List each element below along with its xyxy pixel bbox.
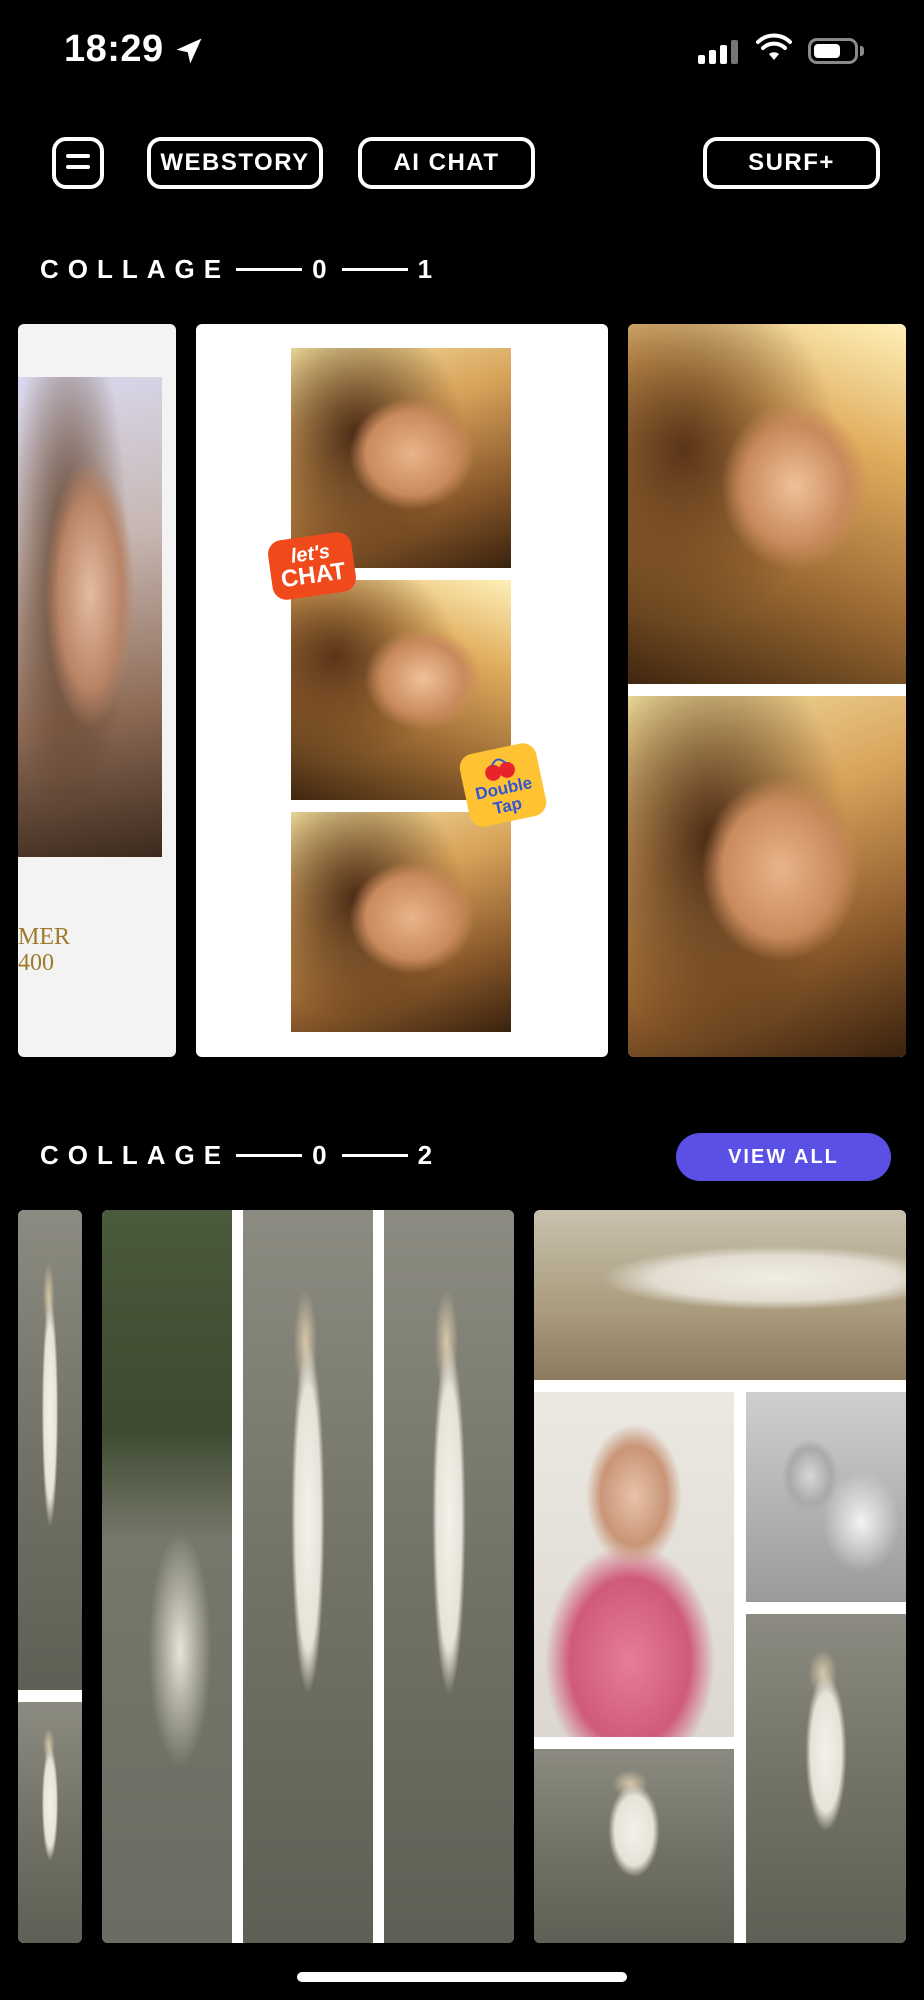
- section-number-1: 0: [312, 1140, 336, 1170]
- poster-text: MER 400: [18, 924, 70, 977]
- view-all-button[interactable]: VIEW ALL: [676, 1133, 891, 1181]
- section-label: COLLAGE: [40, 254, 231, 284]
- battery-icon: [808, 38, 858, 64]
- title-dash: [341, 1154, 408, 1157]
- title-dash: [341, 268, 408, 271]
- section-number-2: 2: [417, 1140, 442, 1170]
- poster-text-line-1: MER: [18, 924, 71, 950]
- double-tap-sticker[interactable]: Double Tap: [457, 740, 549, 830]
- portrait-photo-bottom: [628, 696, 906, 1057]
- collage-card-grid[interactable]: [534, 1210, 906, 1943]
- fashion-photo: [18, 1702, 82, 1943]
- section-number-2: 1: [417, 254, 442, 284]
- wifi-icon: [756, 33, 792, 60]
- fashion-photo-strip-2: [243, 1210, 373, 1943]
- collage-card-right[interactable]: [628, 324, 906, 1057]
- collage-card-partial-left[interactable]: MER 400: [18, 324, 176, 1057]
- portrait-photo-3: [291, 812, 511, 1032]
- section-title-collage-01: COLLAGE 0 1: [40, 254, 441, 285]
- fashion-photo: [18, 1210, 82, 1690]
- collage-card-strips[interactable]: [102, 1210, 514, 1943]
- section-label: COLLAGE: [40, 1140, 231, 1170]
- fashion-photo-bw: [746, 1392, 906, 1602]
- ai-chat-button[interactable]: AI CHAT: [358, 137, 535, 189]
- section-title-collage-02: COLLAGE 0 2: [40, 1140, 441, 1171]
- fashion-photo-stool: [534, 1749, 734, 1943]
- section-number-1: 0: [312, 254, 336, 284]
- home-indicator: [297, 1972, 627, 1982]
- sticker-text-double-tap: Double Tap: [473, 773, 534, 819]
- fashion-photo-seated: [746, 1614, 906, 1943]
- collage-card-center[interactable]: let's CHAT Double Tap: [196, 324, 608, 1057]
- fashion-photo-strip-3: [384, 1210, 514, 1943]
- poster-text-line-2: 400: [18, 950, 54, 977]
- surf-plus-button[interactable]: SURF+: [703, 137, 880, 189]
- status-time: 18:29: [64, 28, 164, 70]
- sticker-text-chat: CHAT: [279, 557, 348, 594]
- menu-button[interactable]: [52, 137, 104, 189]
- title-dash: [236, 1154, 303, 1157]
- fashion-photo-strip-1: [102, 1210, 232, 1943]
- lets-chat-sticker[interactable]: let's CHAT: [266, 530, 358, 602]
- location-arrow-icon: [176, 38, 202, 64]
- fashion-photo-wide: [534, 1210, 906, 1380]
- fashion-photo-pink: [534, 1392, 734, 1737]
- webstory-button[interactable]: WEBSTORY: [147, 137, 323, 189]
- portrait-photo: [18, 377, 162, 857]
- collage-card-partial-left-2[interactable]: [18, 1210, 82, 1943]
- portrait-photo-top: [628, 324, 906, 684]
- cellular-signal-icon: [698, 38, 738, 64]
- battery-tip: [860, 46, 864, 56]
- title-dash: [236, 268, 303, 271]
